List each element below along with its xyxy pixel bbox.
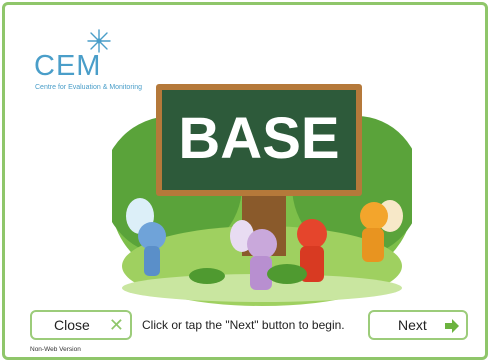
arrow-right-icon <box>445 319 459 333</box>
close-button-label: Close <box>54 317 90 333</box>
chalkboard: BASE <box>156 84 362 196</box>
hero-illustration: BASE <box>112 84 412 306</box>
x-icon: ✕ <box>108 315 124 335</box>
logo-text: CEM <box>34 50 102 82</box>
version-label: Non-Web Version <box>30 346 81 353</box>
instruction-text: Click or tap the "Next" button to begin. <box>142 318 345 332</box>
next-button[interactable]: Next <box>368 310 468 340</box>
board-title: BASE <box>178 106 339 171</box>
close-button[interactable]: Close ✕ <box>30 310 132 340</box>
next-button-label: Next <box>398 317 427 333</box>
